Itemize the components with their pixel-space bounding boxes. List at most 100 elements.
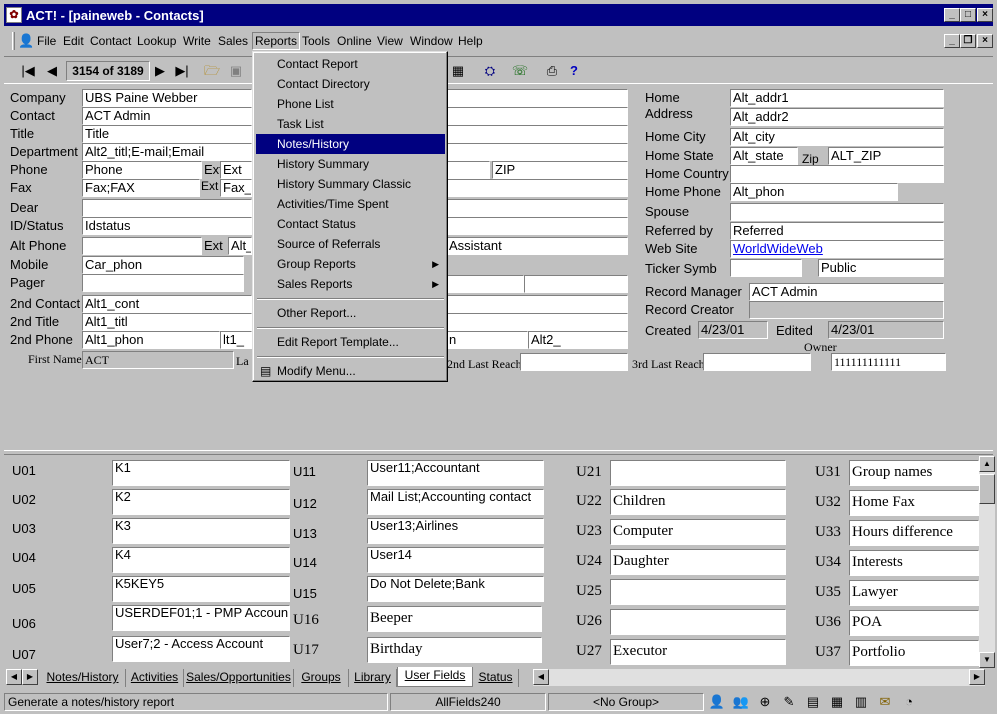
city-field[interactable] — [446, 143, 628, 161]
scroll-down-icon[interactable]: ▼ — [979, 652, 995, 668]
minimize-button[interactable]: _ — [944, 8, 960, 22]
dear-field[interactable] — [82, 199, 252, 217]
record-manager-field[interactable]: ACT Admin — [749, 283, 944, 301]
referred-by-field[interactable]: Referred — [730, 222, 944, 240]
tab-status[interactable]: Status — [473, 669, 519, 687]
menu-item-contact-directory[interactable]: Contact Directory — [256, 74, 445, 94]
user-field-input[interactable]: K2 — [112, 489, 290, 515]
globe-icon[interactable]: ⊕ — [756, 694, 774, 710]
home-city-field[interactable]: Alt_city — [730, 128, 944, 146]
user-field-input[interactable]: USERDEF01;1 - PMP Accoun — [112, 605, 290, 631]
grid-view-icon[interactable]: ▦ — [828, 694, 846, 710]
user-field-input[interactable]: Interests — [849, 550, 979, 576]
user-field-input[interactable]: Birthday — [367, 637, 542, 663]
assistant-field[interactable]: Assistant — [446, 237, 628, 255]
tab-user-fields[interactable]: User Fields — [397, 667, 473, 687]
user-field-input[interactable]: Portfolio — [849, 640, 979, 666]
notes-icon[interactable]: ✎ — [780, 694, 798, 710]
user-field-input[interactable] — [610, 609, 786, 635]
menu-item-edit-report-template[interactable]: Edit Report Template... — [256, 332, 445, 352]
second-phone-ext-field[interactable]: lt1_ — [220, 331, 252, 349]
user-field-input[interactable]: User7;2 - Access Account — [112, 636, 290, 662]
vertical-scrollbar[interactable]: ▲ ▼ — [979, 456, 995, 668]
menu-help[interactable]: Help — [458, 34, 483, 48]
pager-field[interactable] — [82, 274, 244, 292]
contact-field[interactable]: ACT Admin — [82, 107, 252, 125]
owner-field[interactable]: 111111111111 — [831, 353, 946, 371]
user-field-input[interactable]: Beeper — [367, 606, 542, 632]
mid-field-b[interactable] — [524, 275, 628, 293]
address1-field[interactable] — [446, 89, 628, 107]
hscroll-left-icon[interactable]: ◀ — [533, 669, 549, 685]
last-results-field[interactable] — [446, 217, 628, 235]
menu-write[interactable]: Write — [183, 34, 211, 48]
fax-field[interactable]: Fax;FAX — [82, 179, 200, 197]
menu-sales[interactable]: Sales — [218, 34, 248, 48]
menu-lookup[interactable]: Lookup — [137, 34, 176, 48]
print-icon[interactable]: ⎙ — [542, 61, 562, 81]
second-title-extra-field[interactable] — [446, 313, 628, 331]
home-addr1-field[interactable]: Alt_addr1 — [730, 89, 944, 107]
menu-item-source-of-referrals[interactable]: Source of Referrals — [256, 234, 445, 254]
menu-file[interactable]: File — [37, 34, 56, 48]
menu-tools[interactable]: Tools — [302, 34, 330, 48]
user-field-input[interactable]: User11;Accountant — [367, 460, 544, 486]
user-field-input[interactable]: Computer — [610, 519, 786, 545]
tab-library[interactable]: Library — [349, 669, 397, 687]
menu-item-notes-history[interactable]: Notes/History — [256, 134, 445, 154]
alt-phone-ext-field[interactable]: Alt_ — [228, 237, 252, 255]
help-icon[interactable]: ? — [564, 61, 584, 81]
tab-sales-opportunities[interactable]: Sales/Opportunities — [184, 669, 294, 687]
home-state-field[interactable]: Alt_state — [730, 147, 798, 165]
address3-field[interactable] — [446, 125, 628, 143]
save-icon[interactable]: ▣ — [226, 61, 246, 81]
tab-scroll-right-icon[interactable]: ▶ — [22, 669, 38, 685]
clock-icon[interactable]: ◔ — [900, 694, 918, 710]
child-restore-button[interactable]: ❐ — [960, 34, 976, 48]
next-record-icon[interactable]: ▶ — [150, 61, 170, 81]
child-close-button[interactable]: × — [977, 34, 993, 48]
lookup-icon[interactable]: ⛭ — [480, 61, 500, 81]
user-field-input[interactable]: User14 — [367, 547, 544, 573]
menu-item-history-summary-classic[interactable]: History Summary Classic — [256, 174, 445, 194]
menu-item-history-summary[interactable]: History Summary — [256, 154, 445, 174]
menu-item-phone-list[interactable]: Phone List — [256, 94, 445, 114]
user-field-input[interactable]: Daughter — [610, 549, 786, 575]
user-field-input[interactable] — [610, 460, 786, 486]
title-field[interactable]: Title — [82, 125, 252, 143]
department-field[interactable]: Alt2_titl;E-mail;Email — [82, 143, 252, 161]
calendar-icon[interactable]: ▦ — [448, 61, 468, 81]
close-button[interactable]: × — [977, 8, 993, 22]
pane-splitter[interactable] — [4, 450, 993, 455]
mid-alt2-field[interactable]: Alt2_ — [528, 331, 628, 349]
user-field-input[interactable] — [610, 579, 786, 605]
status-group[interactable]: <No Group> — [548, 693, 704, 711]
tab-notes-history[interactable]: Notes/History — [40, 669, 126, 687]
user-field-input[interactable]: Children — [610, 489, 786, 515]
user-field-input[interactable]: K5KEY5 — [112, 576, 290, 602]
scroll-up-icon[interactable]: ▲ — [979, 456, 995, 472]
address2-field[interactable] — [446, 107, 628, 125]
second-title-field[interactable]: Alt1_titl — [82, 313, 252, 331]
user-field-input[interactable]: POA — [849, 610, 979, 636]
scroll-thumb[interactable] — [979, 474, 995, 504]
second-last-reach-field[interactable] — [520, 353, 628, 371]
second-contact-extra-field[interactable] — [446, 295, 628, 313]
menu-item-task-list[interactable]: Task List — [256, 114, 445, 134]
menu-edit[interactable]: Edit — [63, 34, 84, 48]
third-last-reach-field[interactable] — [703, 353, 811, 371]
company-field[interactable]: UBS Paine Webber — [82, 89, 252, 107]
menu-view[interactable]: View — [377, 34, 403, 48]
user-field-input[interactable]: Do Not Delete;Bank — [367, 576, 544, 602]
tab-activities[interactable]: Activities — [126, 669, 184, 687]
status-layout[interactable]: AllFields240 — [390, 693, 546, 711]
maximize-button[interactable]: □ — [960, 8, 976, 22]
menu-item-sales-reports[interactable]: Sales Reports ▶ — [256, 274, 445, 294]
act-app-icon[interactable]: ✿ — [6, 7, 22, 23]
menu-item-modify-menu[interactable]: ▤ Modify Menu... — [256, 361, 445, 381]
user-status-icon[interactable]: 👤 — [708, 694, 726, 710]
user-field-input[interactable]: Lawyer — [849, 580, 979, 606]
home-country-field[interactable] — [730, 165, 944, 183]
country-field[interactable] — [446, 179, 628, 197]
hscroll-right-icon[interactable]: ▶ — [969, 669, 985, 685]
